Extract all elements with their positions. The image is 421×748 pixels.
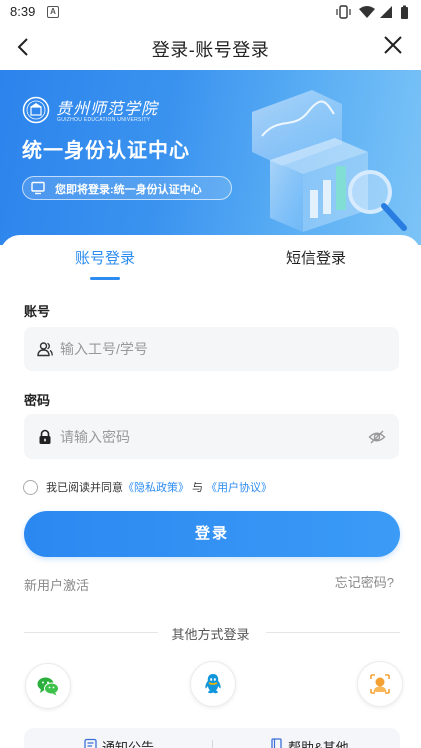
account-input[interactable] bbox=[60, 327, 360, 371]
notice-icon bbox=[84, 738, 97, 748]
status-bar: 8:39 A bbox=[0, 0, 421, 24]
vibrate-icon bbox=[336, 5, 351, 19]
qq-icon bbox=[205, 674, 221, 694]
activate-account-link[interactable]: 新用户激活 bbox=[24, 575, 89, 594]
school-logo-icon bbox=[22, 96, 50, 124]
login-target-notice: 您即将登录:统一身份认证中心 bbox=[22, 176, 232, 200]
user-icon bbox=[37, 342, 53, 357]
school-name: 贵州师范学院 bbox=[56, 99, 159, 118]
help-label: 帮助&其他 bbox=[288, 740, 349, 748]
wechat-login-button[interactable] bbox=[25, 663, 71, 709]
tab-account-login[interactable]: 账号登录 bbox=[0, 248, 210, 270]
nav-bar: 登录-账号登录 bbox=[0, 24, 421, 70]
password-field bbox=[24, 414, 399, 459]
privacy-policy-link[interactable]: 《隐私政策》 bbox=[123, 482, 189, 494]
active-tab-indicator bbox=[90, 277, 120, 280]
password-input[interactable] bbox=[60, 414, 360, 459]
wechat-icon bbox=[37, 677, 59, 696]
agreement-prefix: 我已阅读并同意 bbox=[46, 482, 123, 494]
password-label: 密码 bbox=[24, 393, 51, 408]
notice-label: 通知公告 bbox=[102, 740, 155, 748]
help-entry[interactable]: 帮助&其他 bbox=[271, 737, 349, 748]
school-name-en: GUIZHOU EDUCATION UNIVERSITY bbox=[57, 117, 151, 123]
close-icon[interactable] bbox=[382, 34, 404, 56]
monitor-icon bbox=[31, 181, 45, 195]
account-label: 账号 bbox=[24, 304, 51, 319]
page-title: 登录-账号登录 bbox=[151, 40, 270, 60]
agreement-conjunction: 与 bbox=[192, 482, 203, 494]
lock-icon bbox=[39, 429, 51, 444]
wifi-icon bbox=[359, 6, 375, 18]
banner: 贵州师范学院 GUIZHOU EDUCATION UNIVERSITY 统一身份… bbox=[0, 70, 421, 245]
banner-heading: 统一身份认证中心 bbox=[22, 140, 190, 162]
bottom-bar: 通知公告 帮助&其他 bbox=[24, 728, 400, 748]
bottom-bar-separator bbox=[212, 740, 213, 748]
status-time: 8:39 bbox=[10, 4, 36, 19]
account-field bbox=[24, 327, 399, 371]
status-icons bbox=[336, 5, 408, 19]
other-login-title: 其他方式登录 bbox=[171, 627, 250, 642]
agreement-text: 我已阅读并同意《隐私政策》与《用户协议》 bbox=[46, 479, 272, 495]
eye-off-icon[interactable] bbox=[368, 428, 386, 446]
banner-illustration bbox=[252, 90, 407, 232]
help-icon bbox=[271, 738, 282, 748]
signal-icon bbox=[380, 6, 392, 18]
tab-label: 账号登录 bbox=[74, 250, 135, 267]
notification-a-icon: A bbox=[47, 6, 59, 18]
face-login-button[interactable] bbox=[357, 661, 403, 707]
face-recognition-icon bbox=[370, 674, 390, 694]
notice-text: 您即将登录:统一身份认证中心 bbox=[55, 184, 202, 196]
tab-sms-login[interactable]: 短信登录 bbox=[211, 248, 421, 270]
tab-label: 短信登录 bbox=[285, 250, 346, 267]
forgot-password-link[interactable]: 忘记密码? bbox=[335, 572, 394, 591]
login-button[interactable]: 登录 bbox=[24, 511, 400, 557]
qq-login-button[interactable] bbox=[190, 661, 236, 707]
battery-icon bbox=[401, 5, 408, 19]
notice-entry[interactable]: 通知公告 bbox=[84, 737, 155, 748]
user-agreement-link[interactable]: 《用户协议》 bbox=[206, 482, 272, 494]
agreement-checkbox[interactable] bbox=[23, 480, 38, 495]
